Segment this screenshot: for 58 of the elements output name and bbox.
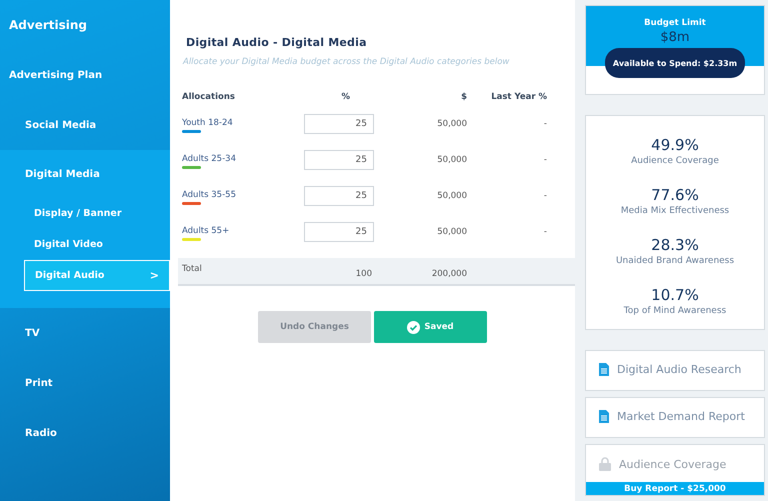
report-link[interactable]: Market Demand Report [585,397,765,438]
metric-value: 28.3% [650,236,700,254]
table-cell-text: - [542,118,548,131]
table-cell-text: - [542,190,548,203]
column-header: Allocations [182,92,236,104]
row-label: Adults 25-34 [182,154,236,164]
column-header: % [340,92,351,104]
report-link[interactable]: Digital Audio Research [585,350,765,391]
row-label: Adults 35-55 [182,190,236,200]
table-cell-text: - [542,226,548,239]
page-title: Digital Audio - Digital Media [186,36,368,49]
total-label: Total [182,263,203,274]
budget-label: Budget Limit [643,18,707,28]
saved-button[interactable]: Saved [374,311,487,343]
table-cell-text: 50,000 [436,118,467,131]
metric-label: Top of Mind Awareness [622,306,728,316]
column-header: $ [460,92,467,104]
total-amount: 200,000 [430,268,467,279]
report-title: Market Demand Report [617,410,745,423]
chevron-icon: > [150,269,159,282]
row-label: Adults 55+ [182,226,230,236]
metric-label: Media Mix Effectiveness [620,206,730,216]
nav-item[interactable]: Digital Video [24,229,170,260]
metric-label: Unaided Brand Awareness [614,256,736,266]
lock-icon [599,457,611,471]
nav-item[interactable]: Digital Media [0,150,170,198]
nav-item[interactable]: Digital Audio > [24,260,170,291]
total-percent: 100 [354,268,372,279]
percent-input[interactable]: 25 [304,222,374,242]
table-cell-text: 50,000 [436,226,467,239]
available-badge: Available to Spend: $2.33m [605,48,745,78]
nav-item[interactable]: Social Media [0,100,170,150]
table-cell-text: - [542,154,548,167]
page-subtitle: Allocate your Digital Media budget across the Digital Audio categories below [183,57,510,67]
report-title: Audience Coverage [619,458,726,470]
check-icon [407,320,420,334]
nav-item[interactable]: Radio [0,408,170,458]
document-icon [599,410,609,423]
nav-item[interactable]: Advertising Plan [0,50,170,100]
table-cell-text: 50,000 [436,154,467,167]
document-icon [599,363,609,376]
nav-item[interactable]: TV [0,308,170,358]
metric-value: 10.7% [650,286,700,304]
app-title: Advertising [8,17,88,34]
report-title: Digital Audio Research [617,363,742,376]
metric-label: Audience Coverage [630,156,720,166]
row-label: Youth 18-24 [182,118,233,128]
buy-report-button[interactable]: Buy Report - $25,000 [586,482,764,495]
nav-item[interactable]: Print [0,358,170,408]
table-cell-text: 50,000 [436,190,467,203]
nav-item[interactable]: Display / Banner [24,198,170,229]
percent-input[interactable]: 25 [304,114,374,134]
column-header: Last Year % [490,92,548,104]
percent-input[interactable]: 25 [304,150,374,170]
budget-amount: $8m [659,30,691,45]
percent-input[interactable]: 25 [304,186,374,206]
metric-value: 49.9% [650,136,700,154]
metric-value: 77.6% [650,186,700,204]
